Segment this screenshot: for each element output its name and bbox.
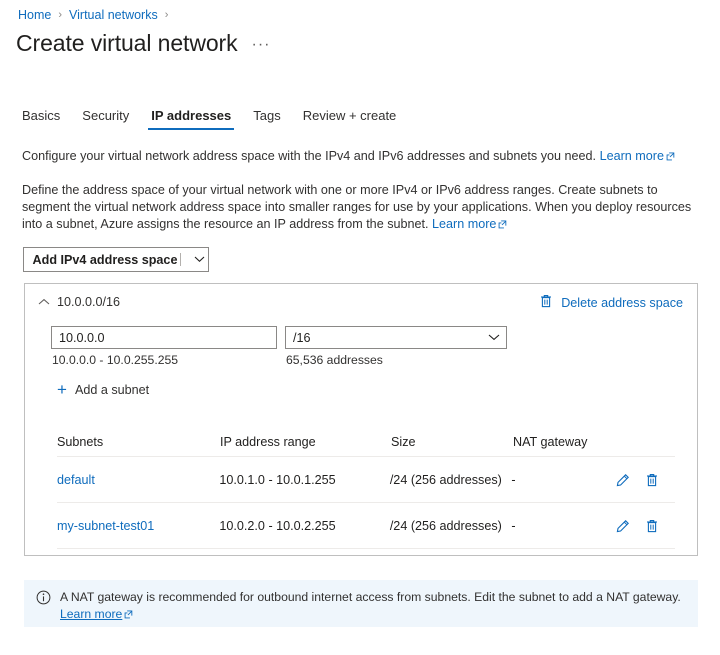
more-options-icon[interactable]: ··· (252, 36, 271, 54)
tab-security[interactable]: Security (71, 108, 140, 130)
add-subnet-label: Add a subnet (74, 382, 150, 397)
intro-paragraph-1-text: Configure your virtual network address s… (22, 149, 597, 163)
column-header-subnets: Subnets (57, 435, 104, 449)
tab-bar: Basics Security IP addresses Tags Review… (11, 100, 407, 130)
learn-more-link-3[interactable]: Learn more (60, 607, 122, 621)
edit-pencil-icon[interactable] (616, 473, 630, 487)
delete-address-space-button[interactable]: Delete address space (540, 294, 683, 311)
subnet-range-cell: 10.0.1.0 - 10.0.1.255 (219, 472, 336, 487)
delete-address-space-label: Delete address space (561, 295, 683, 310)
column-header-nat-gateway: NAT gateway (513, 435, 588, 449)
subnet-size-cell: /24 (256 addresses) (389, 518, 502, 533)
column-header-size: Size (391, 435, 416, 449)
address-range-hint: 10.0.0.0 - 10.0.255.255 (52, 353, 179, 367)
delete-trash-icon[interactable] (646, 473, 658, 487)
external-link-icon (124, 607, 133, 619)
subnet-link-my-subnet-test01[interactable]: my-subnet-test01 (57, 519, 154, 533)
subnet-row-actions (616, 473, 675, 487)
breadcrumb-item-virtual-networks[interactable]: Virtual networks (69, 8, 158, 22)
tab-ip-addresses[interactable]: IP addresses (140, 108, 242, 130)
learn-more-link-2[interactable]: Learn more (432, 217, 496, 231)
table-row: my-subnet-test01 10.0.2.0 - 10.0.2.255 /… (57, 503, 675, 549)
external-link-icon (498, 217, 507, 229)
plus-icon: + (57, 380, 67, 399)
split-button-divider (180, 253, 181, 266)
address-count-hint: 65,536 addresses (286, 353, 383, 367)
nat-gateway-info-text: A NAT gateway is recommended for outboun… (60, 589, 686, 627)
chevron-up-icon[interactable] (31, 298, 57, 306)
breadcrumb-separator-icon: › (164, 9, 169, 21)
intro-paragraph-2-text: Define the address space of your virtual… (22, 183, 692, 231)
page-title: Create virtual network (16, 30, 238, 56)
add-ipv4-address-space-label: Add IPv4 address space (32, 252, 178, 267)
tab-basics[interactable]: Basics (11, 108, 71, 130)
address-prefix-value: /16 (293, 330, 311, 345)
breadcrumb-item-home[interactable]: Home (18, 8, 51, 22)
subnet-range-cell: 10.0.2.0 - 10.0.2.255 (219, 518, 336, 533)
add-subnet-button[interactable]: + Add a subnet (57, 381, 149, 398)
nat-gateway-info-banner: A NAT gateway is recommended for outboun… (24, 580, 698, 627)
subnet-row-actions (616, 519, 675, 533)
info-icon (36, 590, 51, 627)
intro-paragraph-1: Configure your virtual network address s… (22, 148, 698, 165)
delete-trash-icon[interactable] (646, 519, 658, 533)
subnet-nat-cell: - (511, 472, 516, 487)
external-link-icon (666, 149, 675, 161)
tab-tags[interactable]: Tags (242, 108, 291, 130)
trash-icon (540, 294, 552, 311)
subnets-table: Subnets IP address range Size NAT gatewa… (57, 428, 675, 549)
subnet-name-cell: my-subnet-test01 (57, 519, 219, 533)
address-space-cidr: 10.0.0.0/16 (57, 295, 121, 309)
subnet-size-cell: /24 (256 addresses) (389, 472, 502, 487)
subnet-link-default[interactable]: default (57, 473, 95, 487)
subnet-name-cell: default (57, 473, 219, 487)
chevron-down-icon[interactable] (482, 334, 506, 341)
subnet-nat-cell: - (511, 518, 516, 533)
intro-paragraph-2: Define the address space of your virtual… (22, 182, 698, 233)
page-title-row: Create virtual network ··· (16, 30, 270, 57)
breadcrumb: Home › Virtual networks › (18, 8, 168, 22)
breadcrumb-separator-icon: › (58, 9, 63, 21)
add-ipv4-address-space-button[interactable]: Add IPv4 address space (23, 247, 209, 272)
learn-more-link-1[interactable]: Learn more (600, 149, 664, 163)
address-prefix-select[interactable]: /16 (285, 326, 507, 349)
table-header-row: Subnets IP address range Size NAT gatewa… (57, 428, 675, 457)
column-header-ip-address-range: IP address range (220, 435, 316, 449)
nat-gateway-info-message: A NAT gateway is recommended for outboun… (60, 590, 681, 604)
chevron-down-icon[interactable] (190, 256, 208, 263)
edit-pencil-icon[interactable] (616, 519, 630, 533)
table-row: default 10.0.1.0 - 10.0.1.255 /24 (256 a… (57, 457, 675, 503)
address-space-input[interactable] (51, 326, 277, 349)
tab-review-create[interactable]: Review + create (292, 108, 408, 130)
